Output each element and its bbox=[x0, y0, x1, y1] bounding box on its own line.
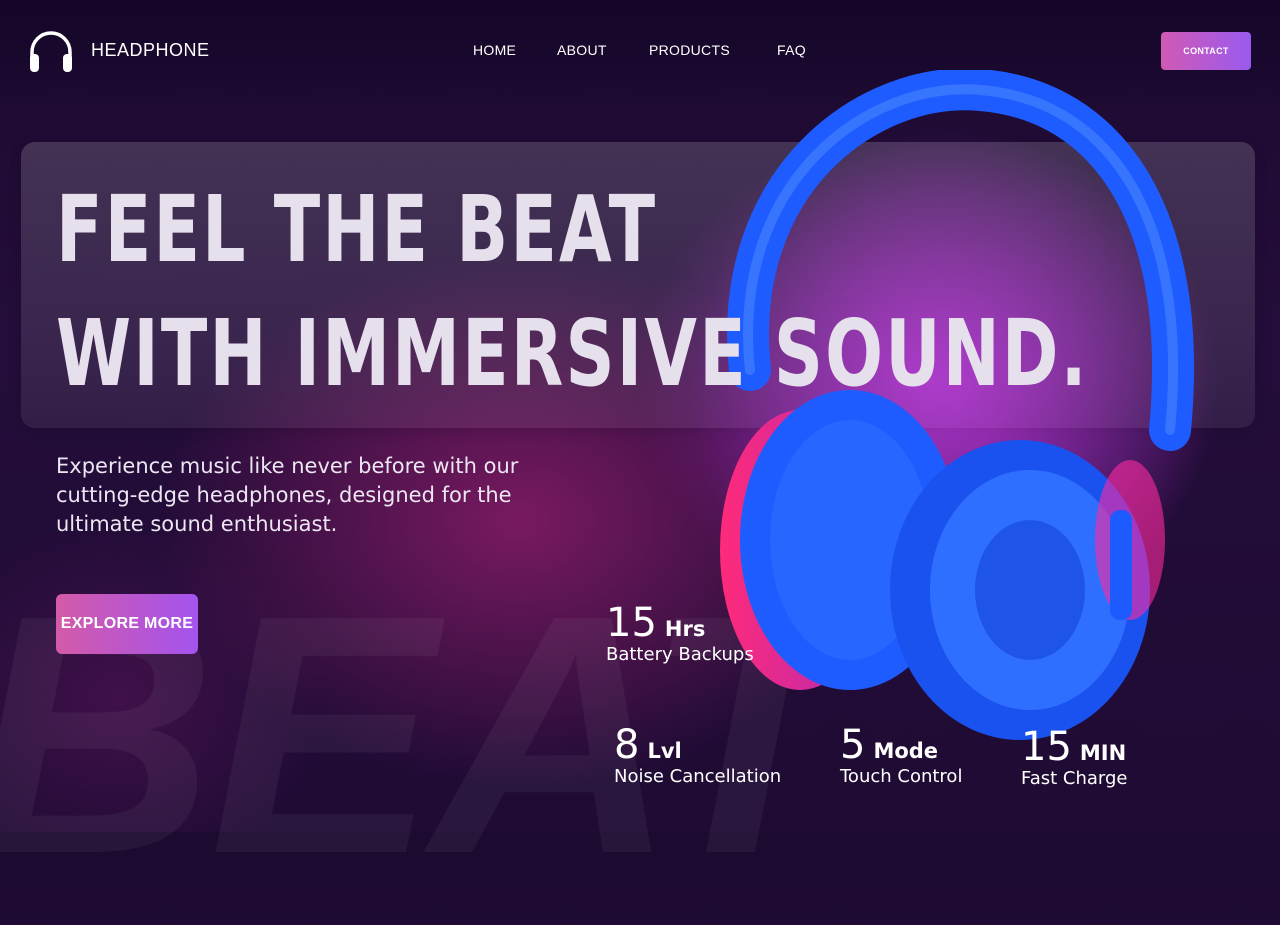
stat-battery: 15 Hrs Battery Backups bbox=[606, 600, 754, 665]
hero-subtitle: Experience music like never before with … bbox=[56, 454, 519, 536]
stat-value: 8 bbox=[614, 722, 640, 768]
stat-label: Touch Control bbox=[840, 766, 963, 787]
headphone-icon[interactable] bbox=[26, 26, 76, 76]
headphones-image bbox=[690, 70, 1210, 740]
stat-unit: Hrs bbox=[664, 617, 706, 641]
stat-noise: 8 Lvl Noise Cancellation bbox=[614, 722, 781, 787]
hero-title-line1: FEEL THE BEAT bbox=[56, 176, 658, 283]
nav-products[interactable]: PRODUCTS bbox=[649, 42, 730, 58]
stat-label: Fast Charge bbox=[1021, 768, 1128, 789]
nav-about[interactable]: ABOUT bbox=[557, 42, 607, 58]
hero-title-line2: WITH IMMERSIVE SOUND. bbox=[56, 300, 1089, 407]
stat-value: 15 bbox=[606, 600, 657, 646]
nav-home[interactable]: HOME bbox=[473, 42, 516, 58]
stat-label: Battery Backups bbox=[606, 644, 754, 665]
stat-value: 15 bbox=[1021, 724, 1072, 770]
stat-unit: Mode bbox=[873, 739, 939, 763]
stat-value: 5 bbox=[840, 722, 866, 768]
brand-name[interactable]: HEADPHONE bbox=[91, 40, 210, 61]
stat-unit: Lvl bbox=[647, 739, 682, 763]
explore-more-button[interactable]: EXPLORE MORE bbox=[56, 594, 198, 654]
nav-faq[interactable]: FAQ bbox=[777, 42, 806, 58]
stat-touch: 5 Mode Touch Control bbox=[840, 722, 962, 787]
stat-fastcharge: 15 MIN Fast Charge bbox=[1021, 724, 1127, 789]
contact-button[interactable]: CONTACT bbox=[1161, 32, 1251, 70]
stat-label: Noise Cancellation bbox=[614, 766, 782, 787]
stat-unit: MIN bbox=[1079, 741, 1127, 765]
